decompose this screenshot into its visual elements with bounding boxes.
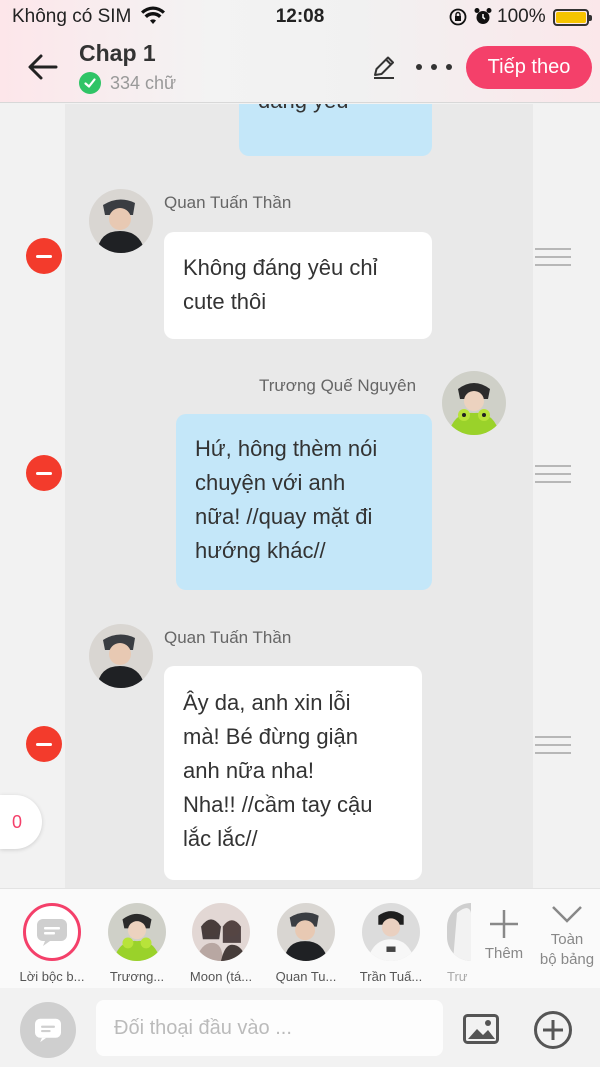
all-board-label-line1: Toàn (550, 931, 584, 948)
message-line: đáng yêu (258, 104, 349, 118)
message-line: Hứ, hông thèm nói (195, 436, 378, 461)
add-character-button[interactable]: Thêm (480, 907, 528, 962)
avatar[interactable] (89, 624, 153, 688)
message-line: nữa! //quay mặt đi (195, 504, 373, 529)
chapter-title: Chap 1 (79, 40, 156, 66)
image-icon[interactable] (463, 1014, 499, 1044)
message-line: chuyện với anh (195, 470, 346, 495)
add-character-label: Thêm (484, 945, 524, 962)
battery-icon (553, 9, 592, 26)
message-line: hướng khác// (195, 538, 326, 563)
next-chapter-button[interactable]: Tiếp theo (466, 46, 592, 89)
more-icon[interactable] (416, 55, 452, 79)
character-label: Trần Tuấ... (359, 969, 423, 984)
message-bubble[interactable]: đáng yêu (239, 104, 432, 156)
avatar (277, 903, 335, 961)
character-label: Trư (447, 969, 468, 984)
battery-percent: 100% (497, 6, 546, 27)
checkmark-icon (79, 72, 101, 94)
back-arrow-icon[interactable] (26, 50, 60, 84)
remove-icon[interactable] (26, 238, 62, 274)
message-line: Nha!! //cầm tay cậu (183, 792, 373, 817)
message-line: mà! Bé đừng giận (183, 724, 358, 749)
character-label: Quan Tu... (275, 969, 337, 984)
remove-icon[interactable] (26, 726, 62, 762)
message-line: Ây da, anh xin lỗi (183, 690, 351, 715)
avatar (108, 903, 166, 961)
character-label: Trương... (109, 969, 165, 984)
chat-area[interactable]: đáng yêu Quan Tuấn Thần Không đáng yêu c… (0, 104, 600, 888)
avatar (447, 903, 471, 961)
alarm-icon (474, 8, 492, 24)
drag-handle-icon[interactable] (535, 248, 571, 266)
message-line: cute thôi (183, 289, 267, 314)
message-bubble[interactable]: Ây da, anh xin lỗi mà! Bé đừng giận anh … (164, 666, 422, 880)
narration-icon (23, 903, 81, 961)
character-item[interactable]: Trư (435, 903, 471, 984)
character-narrator[interactable]: Lời bộc b... (11, 903, 93, 984)
message-line: lắc lắc// (183, 826, 258, 851)
avatar (362, 903, 420, 961)
message-line: anh nữa nha! (183, 758, 314, 783)
message-bubble[interactable]: Không đáng yêu chỉ cute thôi (164, 232, 432, 339)
plus-icon (490, 910, 518, 938)
drag-handle-icon[interactable] (535, 465, 571, 483)
speaker-name: Trương Quế Nguyên (259, 376, 417, 395)
character-label: Lời bộc b... (19, 969, 85, 984)
dialogue-input[interactable] (96, 1000, 443, 1056)
chevron-down-icon (552, 906, 582, 923)
avatar[interactable] (442, 371, 506, 435)
character-item[interactable]: Trần Tuấ... (350, 903, 432, 984)
pencil-icon[interactable] (370, 53, 398, 81)
status-bar: Không có SIM 12:08 100% (0, 0, 600, 34)
speaker-name: Quan Tuấn Thần (164, 628, 292, 647)
speaker-name: Quan Tuấn Thần (164, 193, 292, 212)
narration-mode-button[interactable] (20, 1002, 76, 1058)
message-line: Không đáng yêu chỉ (183, 255, 378, 280)
character-item[interactable]: Trương... (96, 903, 178, 984)
word-count-label: 334 chữ (110, 72, 177, 93)
plus-circle-icon[interactable] (533, 1010, 573, 1050)
all-board-button[interactable]: Toàn bộ bảng (534, 903, 600, 970)
character-bar: Lời bộc b... Trương... Moon (tá... Quan … (0, 888, 600, 988)
top-bar: Không có SIM 12:08 100% Chap 1 334 chữ T… (0, 0, 600, 103)
avatar (192, 903, 250, 961)
character-label: Moon (tá... (189, 969, 253, 984)
character-item[interactable]: Moon (tá... (180, 903, 262, 984)
orientation-lock-icon (449, 8, 467, 26)
character-item[interactable]: Quan Tu... (265, 903, 347, 984)
input-bar (0, 988, 600, 1067)
chat-bubble-icon (35, 1018, 61, 1043)
word-count: 334 chữ (79, 72, 176, 94)
drag-handle-icon[interactable] (535, 736, 571, 754)
message-bubble[interactable]: Hứ, hông thèm nói chuyện với anh nữa! //… (176, 414, 432, 590)
avatar[interactable] (89, 189, 153, 253)
remove-icon[interactable] (26, 455, 62, 491)
all-board-label-line2: bộ bảng (539, 951, 595, 968)
